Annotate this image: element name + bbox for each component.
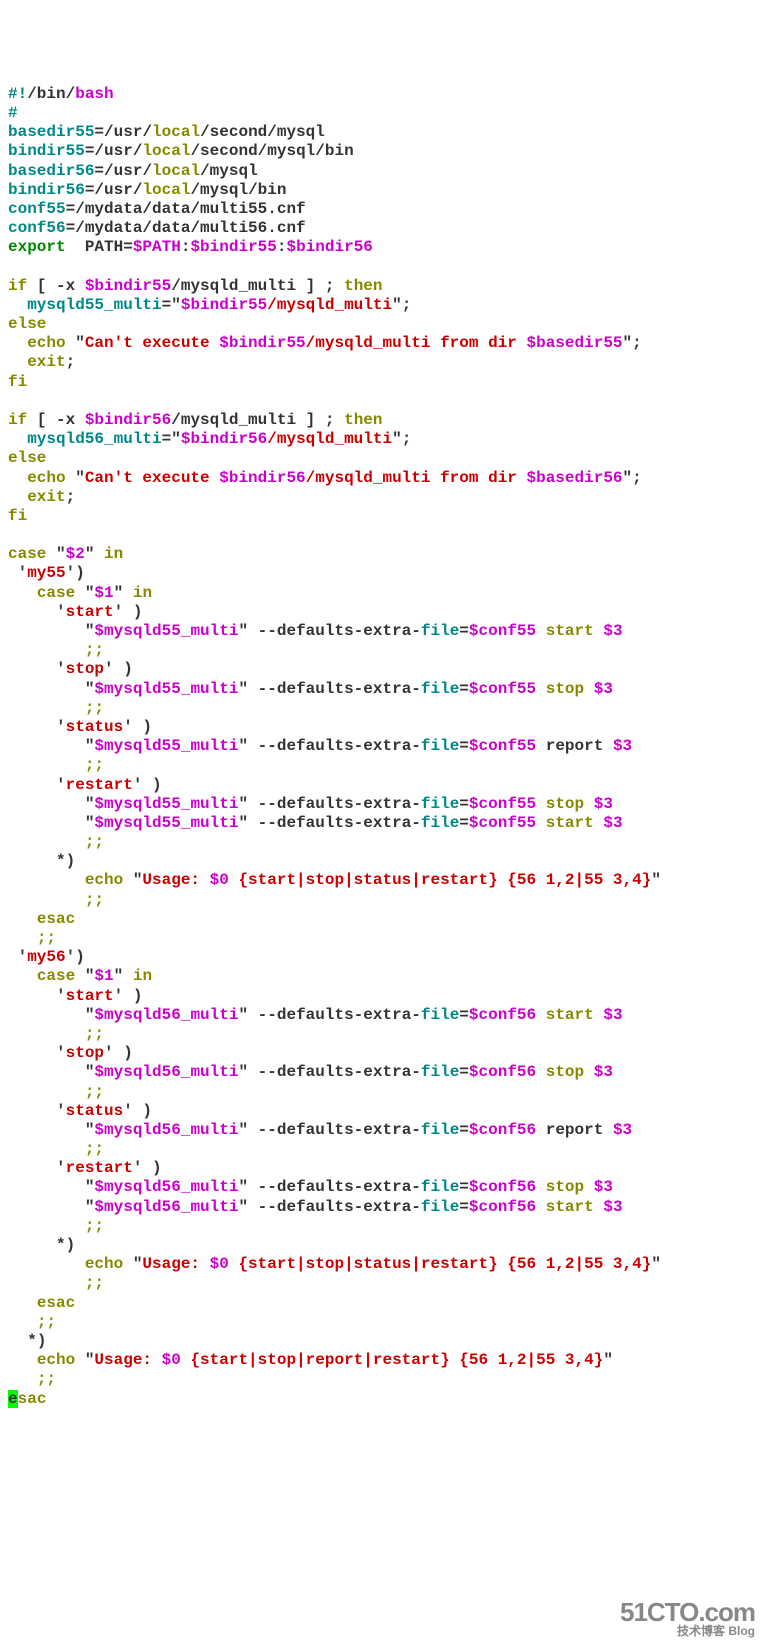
kw-echo: echo [27,469,65,487]
kw-echo: echo [85,871,123,889]
kw-then: then [344,411,382,429]
kw-fi: fi [8,507,27,525]
kw-echo: echo [27,334,65,352]
shebang-hash: #! [8,85,27,103]
watermark-logo: 51CTO.com [620,1599,755,1625]
comment-hash: # [8,104,18,122]
kw-esac: esac [37,1294,75,1312]
kw-case: case [37,584,75,602]
kw-if: if [8,277,27,295]
shebang-bash: bash [75,85,113,103]
var-bindir55: bindir55 [8,142,85,160]
kw-if: if [8,411,27,429]
cursor: e [8,1390,18,1408]
watermark: 51CTO.com 技术博客 Blog [620,1599,755,1637]
kw-exit: exit [27,488,65,506]
kw-fi: fi [8,373,27,391]
shebang-path: /bin/ [27,85,75,103]
kw-case: case [8,545,46,563]
kw-export: export [8,238,66,256]
kw-case: case [37,967,75,985]
kw-echo: echo [85,1255,123,1273]
var-bindir56: bindir56 [8,181,85,199]
code-block: #!/bin/bash # basedir55=/usr/local/secon… [8,85,755,1409]
var-conf56: conf56 [8,219,66,237]
kw-else: else [8,449,46,467]
kw-echo: echo [37,1351,75,1369]
kw-exit: exit [27,353,65,371]
var-conf55: conf55 [8,200,66,218]
var-basedir55: basedir55 [8,123,94,141]
var-basedir56: basedir56 [8,162,94,180]
kw-esac: esac [37,910,75,928]
kw-else: else [8,315,46,333]
kw-then: then [344,277,382,295]
